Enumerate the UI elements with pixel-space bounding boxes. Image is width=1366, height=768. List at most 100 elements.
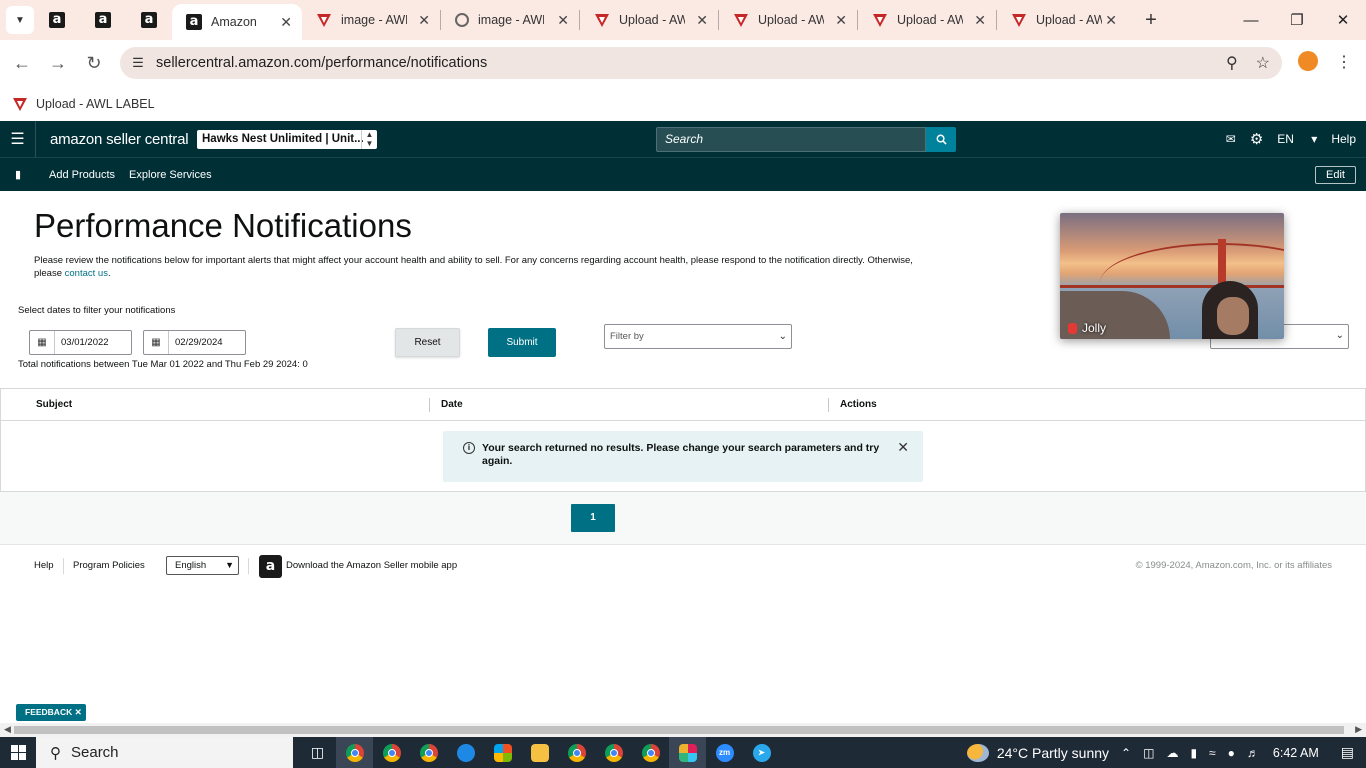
column-date[interactable]: Date — [441, 399, 463, 410]
close-tab-icon[interactable]: ✕ — [280, 14, 292, 31]
reset-button[interactable]: Reset — [395, 328, 460, 357]
site-settings-icon[interactable]: ☰ — [120, 55, 156, 71]
close-tab-icon[interactable]: ✕ — [418, 12, 430, 29]
close-window-icon[interactable]: ✕ — [1320, 0, 1366, 40]
close-tab-icon[interactable]: ✕ — [974, 12, 986, 29]
address-bar[interactable]: ☰ sellercentral.amazon.com/performance/n… — [120, 47, 1282, 79]
edit-nav-button[interactable]: Edit — [1315, 166, 1356, 184]
back-arrow-icon[interactable]: ← — [4, 53, 40, 74]
footer-download-app-link[interactable]: Download the Amazon Seller mobile app — [286, 560, 457, 571]
chrome-app-icon[interactable] — [595, 737, 632, 768]
forward-arrow-icon[interactable]: → — [40, 53, 76, 74]
tab-upload-awl-1[interactable]: Upload - AWL ✕ — [580, 0, 718, 40]
onedrive-cloud-icon[interactable]: ☁ — [1166, 746, 1178, 760]
end-date-input[interactable]: ▦ 02/29/2024 — [143, 330, 246, 355]
amazon-app-icon[interactable]: a — [259, 555, 282, 578]
close-feedback-icon[interactable]: ✕ — [75, 707, 82, 717]
chrome-app-icon[interactable] — [410, 737, 447, 768]
microphone-icon[interactable]: ● — [1228, 746, 1235, 760]
meet-now-icon[interactable]: ◫ — [1143, 746, 1154, 760]
show-hidden-icons-chevron-icon[interactable]: ⌃ — [1121, 746, 1131, 760]
pinned-tab-amazon-1[interactable]: a — [34, 0, 80, 40]
bookmark-star-icon[interactable]: ☆ — [1256, 53, 1270, 73]
seller-search-input[interactable]: Search — [656, 127, 926, 152]
url-text[interactable]: sellercentral.amazon.com/performance/not… — [156, 55, 487, 71]
start-button[interactable] — [0, 737, 36, 768]
battery-icon[interactable]: ▮ — [1190, 746, 1197, 760]
file-explorer-app-icon[interactable] — [521, 737, 558, 768]
slack-app-icon[interactable] — [669, 737, 706, 768]
hamburger-menu-icon[interactable]: ☰ — [0, 121, 36, 157]
telegram-app-icon[interactable]: ➤ — [743, 737, 780, 768]
taskbar-clock[interactable]: 6:42 AM — [1273, 746, 1319, 760]
tab-image-awl-2[interactable]: image - AWL ✕ — [441, 0, 579, 40]
weather-partly-sunny-icon[interactable] — [966, 743, 989, 762]
footer-language-select[interactable]: English ▼ — [166, 556, 239, 575]
end-date-value: 02/29/2024 — [175, 337, 223, 348]
close-tab-icon[interactable]: ✕ — [1105, 12, 1117, 29]
search-button[interactable] — [926, 127, 956, 152]
browser-menu-icon[interactable]: ⋮ — [1336, 52, 1352, 72]
page-button-current[interactable]: 1 — [571, 504, 615, 532]
awl-favicon-icon — [734, 14, 748, 27]
pagination-area — [0, 492, 1366, 545]
close-icon[interactable]: ✕ — [897, 440, 909, 454]
footer-help-link[interactable]: Help — [34, 560, 54, 571]
restore-icon[interactable]: ❐ — [1274, 0, 1320, 40]
chrome-app-icon[interactable] — [558, 737, 595, 768]
tab-upload-awl-4[interactable]: Upload - AWL ✕ — [997, 0, 1127, 40]
wifi-icon[interactable]: ≈ — [1209, 746, 1216, 760]
store-selector[interactable]: Hawks Nest Unlimited | Unit... ▲ ▼ — [197, 130, 377, 149]
weather-text[interactable]: 24°C Partly sunny — [997, 745, 1109, 761]
nav-explore-services[interactable]: Explore Services — [129, 169, 212, 181]
feedback-button[interactable]: FEEDBACK ✕ — [16, 704, 86, 721]
pinned-tab-amazon-3[interactable]: a — [126, 0, 172, 40]
footer-program-policies-link[interactable]: Program Policies — [73, 560, 145, 571]
store-app-icon[interactable] — [484, 737, 521, 768]
chrome-app-icon[interactable] — [373, 737, 410, 768]
filter-by-select[interactable]: Filter by ⌄ — [604, 324, 792, 349]
tab-amazon[interactable]: a Amazon ✕ — [172, 4, 302, 40]
zoom-app-icon[interactable]: zm — [706, 737, 743, 768]
tab-image-awl-1[interactable]: image - AWL ✕ — [302, 0, 440, 40]
participant-face — [1217, 297, 1249, 335]
reload-icon[interactable]: ↻ — [76, 53, 112, 74]
horizontal-scrollbar[interactable]: ◀ ▶ — [0, 723, 1366, 737]
taskbar-search-box[interactable]: ⚲ Search — [36, 737, 293, 768]
scroll-right-arrow-icon[interactable]: ▶ — [1355, 724, 1362, 735]
contact-us-link[interactable]: contact us — [65, 268, 108, 279]
start-date-input[interactable]: ▦ 03/01/2022 — [29, 330, 132, 355]
tab-upload-awl-2[interactable]: Upload - AWL ✕ — [719, 0, 857, 40]
zoom-icon[interactable]: ⚲ — [1226, 53, 1238, 73]
chrome-app-icon[interactable] — [336, 737, 373, 768]
language-dropdown[interactable]: EN ▾ — [1277, 132, 1317, 146]
edge-app-icon[interactable] — [447, 737, 484, 768]
bookmark-icon[interactable]: ▮ — [0, 168, 36, 181]
tab-search-chevron-icon[interactable]: ▼ — [6, 6, 34, 34]
scroll-left-arrow-icon[interactable]: ◀ — [4, 724, 11, 735]
close-tab-icon[interactable]: ✕ — [835, 12, 847, 29]
scrollbar-thumb[interactable] — [14, 726, 1344, 734]
nav-add-products[interactable]: Add Products — [49, 169, 115, 181]
new-tab-plus-icon[interactable]: + — [1137, 9, 1165, 32]
video-call-overlay[interactable]: Jolly — [1060, 213, 1284, 339]
profile-avatar-icon[interactable] — [1298, 51, 1318, 71]
calendar-icon[interactable]: ▦ — [144, 331, 169, 354]
mail-icon[interactable]: ✉ — [1226, 132, 1236, 146]
seller-central-logo[interactable]: amazon seller central — [50, 131, 189, 148]
volume-icon[interactable]: ♬ — [1247, 746, 1259, 760]
chrome-app-icon[interactable] — [632, 737, 669, 768]
calendar-icon[interactable]: ▦ — [30, 331, 55, 354]
column-subject[interactable]: Subject — [36, 399, 72, 410]
settings-gear-icon[interactable]: ⚙ — [1250, 130, 1263, 148]
help-link[interactable]: Help — [1331, 132, 1356, 146]
submit-button[interactable]: Submit — [488, 328, 556, 357]
bookmark-upload-awl-label[interactable]: Upload - AWL LABEL — [36, 97, 155, 111]
minimize-icon[interactable]: — — [1228, 0, 1274, 40]
close-tab-icon[interactable]: ✕ — [696, 12, 708, 29]
notifications-icon[interactable]: ▤ — [1341, 744, 1354, 761]
tab-upload-awl-3[interactable]: Upload - AWL ✕ — [858, 0, 996, 40]
task-view-icon[interactable]: ◫ — [299, 737, 336, 768]
pinned-tab-amazon-2[interactable]: a — [80, 0, 126, 40]
close-tab-icon[interactable]: ✕ — [557, 12, 569, 29]
